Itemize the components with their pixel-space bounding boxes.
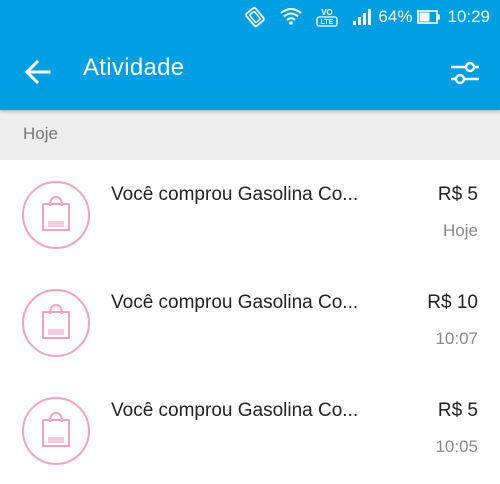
status-bar: VO LTE 64% 10:29 [0, 0, 500, 34]
back-button[interactable] [22, 56, 54, 88]
battery-percent: 64% [378, 7, 413, 26]
activity-amount: R$ 5 [437, 400, 478, 421]
clock: 10:29 [447, 7, 490, 26]
filter-button[interactable] [448, 56, 482, 90]
activity-row[interactable]: Você comprou Gasolina Co... R$ 5 Hoje [0, 160, 500, 268]
arrow-left-icon [24, 59, 51, 85]
shopping-bag-icon [21, 180, 91, 250]
page-title: Atividade [83, 54, 185, 81]
activity-time: Hoje [443, 221, 478, 240]
vibrate-icon [244, 6, 266, 28]
activity-row[interactable]: Você comprou Gasolina Co... R$ 5 10:05 [0, 376, 500, 484]
wifi-icon [280, 7, 303, 27]
volte-icon: VO LTE [316, 6, 339, 28]
activity-description: Você comprou Gasolina Co... [111, 400, 359, 421]
activity-amount: R$ 10 [427, 292, 478, 313]
signal-icon [352, 8, 372, 26]
activity-amount: R$ 5 [437, 184, 478, 205]
filter-sliders-icon [451, 61, 479, 85]
activity-time: 10:07 [435, 329, 478, 348]
activity-description: Você comprou Gasolina Co... [111, 184, 359, 205]
svg-text:LTE: LTE [321, 19, 334, 26]
shopping-bag-icon [21, 288, 91, 358]
activity-description: Você comprou Gasolina Co... [111, 292, 359, 313]
svg-text:VO: VO [322, 8, 334, 17]
activity-time: 10:05 [435, 437, 478, 456]
app-bar: Atividade [0, 34, 500, 110]
section-header: Hoje [0, 110, 500, 160]
shopping-bag-icon [21, 396, 91, 466]
activity-list: Você comprou Gasolina Co... R$ 5 Hoje Vo… [0, 160, 500, 484]
battery-icon [417, 10, 441, 24]
section-label: Hoje [23, 124, 58, 143]
activity-row[interactable]: Você comprou Gasolina Co... R$ 10 10:07 [0, 268, 500, 376]
